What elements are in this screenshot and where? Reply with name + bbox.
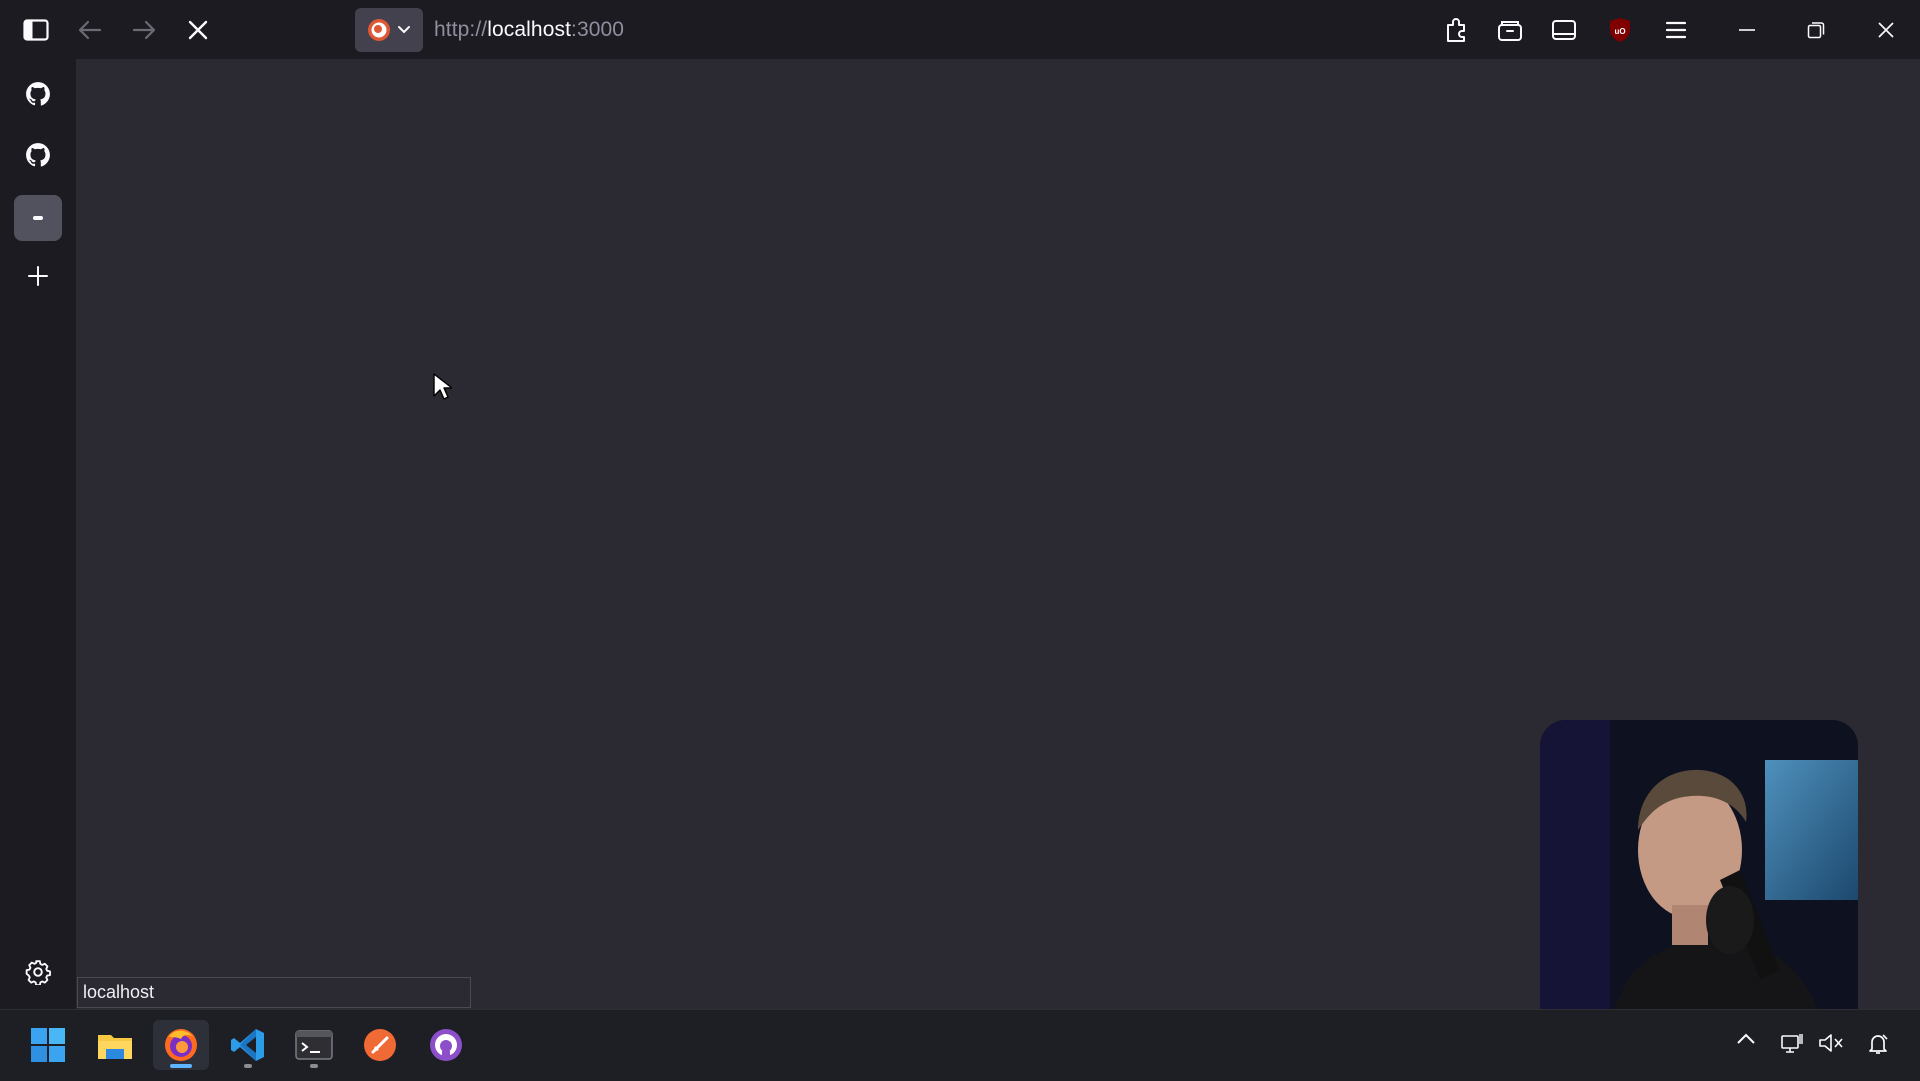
tray-notifications[interactable] bbox=[1866, 1032, 1890, 1061]
firefox-icon bbox=[165, 1029, 197, 1061]
tray-volume[interactable] bbox=[1818, 1032, 1844, 1059]
taskbar-firefox[interactable] bbox=[153, 1020, 209, 1070]
running-indicator bbox=[244, 1064, 252, 1068]
network-icon bbox=[1781, 1034, 1803, 1053]
github-desktop-icon bbox=[430, 1029, 462, 1061]
svg-text:uO: uO bbox=[1614, 27, 1625, 36]
browser-sidebar bbox=[0, 59, 76, 1009]
url-text[interactable]: http://localhost:3000 bbox=[434, 8, 624, 52]
sidebar-add-button[interactable] bbox=[14, 253, 62, 299]
orange-app-icon bbox=[364, 1029, 396, 1061]
back-arrow-icon[interactable] bbox=[70, 8, 110, 52]
tray-network[interactable] bbox=[1780, 1032, 1806, 1061]
mouse-cursor-icon bbox=[432, 372, 453, 407]
taskbar-github-desktop[interactable] bbox=[418, 1020, 474, 1070]
restore-icon[interactable] bbox=[1796, 8, 1836, 52]
sidebar-settings-button[interactable] bbox=[14, 949, 62, 995]
plus-icon bbox=[28, 266, 48, 286]
container-tabs-icon[interactable] bbox=[1490, 8, 1530, 52]
url-port: :3000 bbox=[571, 18, 625, 41]
search-engine-selector[interactable] bbox=[355, 8, 423, 52]
tab-view-icon[interactable] bbox=[1544, 8, 1584, 52]
duckduckgo-icon bbox=[368, 19, 390, 41]
windows-start-button[interactable] bbox=[20, 1020, 76, 1070]
sidebar-item-active-app[interactable] bbox=[14, 195, 62, 241]
browser-toolbar: http://localhost:3000 uO bbox=[0, 0, 1920, 59]
vscode-icon bbox=[231, 1029, 264, 1061]
close-icon[interactable] bbox=[1866, 8, 1906, 52]
ublock-origin-icon[interactable]: uO bbox=[1600, 8, 1640, 52]
terminal-icon bbox=[295, 1030, 333, 1060]
forward-arrow-icon[interactable] bbox=[124, 8, 164, 52]
active-indicator bbox=[170, 1064, 192, 1068]
taskbar-orange-app[interactable] bbox=[352, 1020, 408, 1070]
sidebar-toggle-icon[interactable] bbox=[16, 8, 56, 52]
sidebar-item-github[interactable] bbox=[14, 71, 62, 117]
file-explorer-icon bbox=[98, 1035, 132, 1059]
url-host: localhost bbox=[487, 18, 572, 41]
app-icon bbox=[33, 216, 43, 220]
windows-start-icon bbox=[31, 1028, 65, 1062]
windows-taskbar bbox=[0, 1009, 1920, 1081]
url-scheme: http:// bbox=[434, 18, 488, 41]
notification-icon bbox=[1869, 1034, 1888, 1054]
chevron-down-icon bbox=[398, 26, 410, 34]
taskbar-vscode[interactable] bbox=[220, 1020, 276, 1070]
extensions-icon[interactable] bbox=[1436, 8, 1476, 52]
chevron-up-icon bbox=[1737, 1033, 1755, 1044]
hamburger-menu-icon[interactable] bbox=[1656, 8, 1696, 52]
running-indicator bbox=[310, 1064, 318, 1068]
webcam-presenter bbox=[1540, 720, 1858, 1036]
sidebar-item-github-2[interactable] bbox=[14, 132, 62, 178]
settings-gear-icon bbox=[25, 960, 51, 985]
github-icon bbox=[26, 143, 50, 167]
minimize-icon[interactable] bbox=[1727, 8, 1767, 52]
github-icon bbox=[26, 82, 50, 106]
volume-muted-icon bbox=[1819, 1034, 1843, 1052]
stop-loading-icon[interactable] bbox=[178, 8, 218, 52]
url-bar[interactable]: http://localhost:3000 bbox=[355, 8, 1330, 52]
taskbar-terminal[interactable] bbox=[286, 1020, 342, 1070]
tray-overflow-chevron[interactable] bbox=[1736, 1032, 1756, 1051]
status-bar-url: localhost bbox=[77, 977, 471, 1008]
taskbar-file-explorer[interactable] bbox=[87, 1020, 143, 1070]
